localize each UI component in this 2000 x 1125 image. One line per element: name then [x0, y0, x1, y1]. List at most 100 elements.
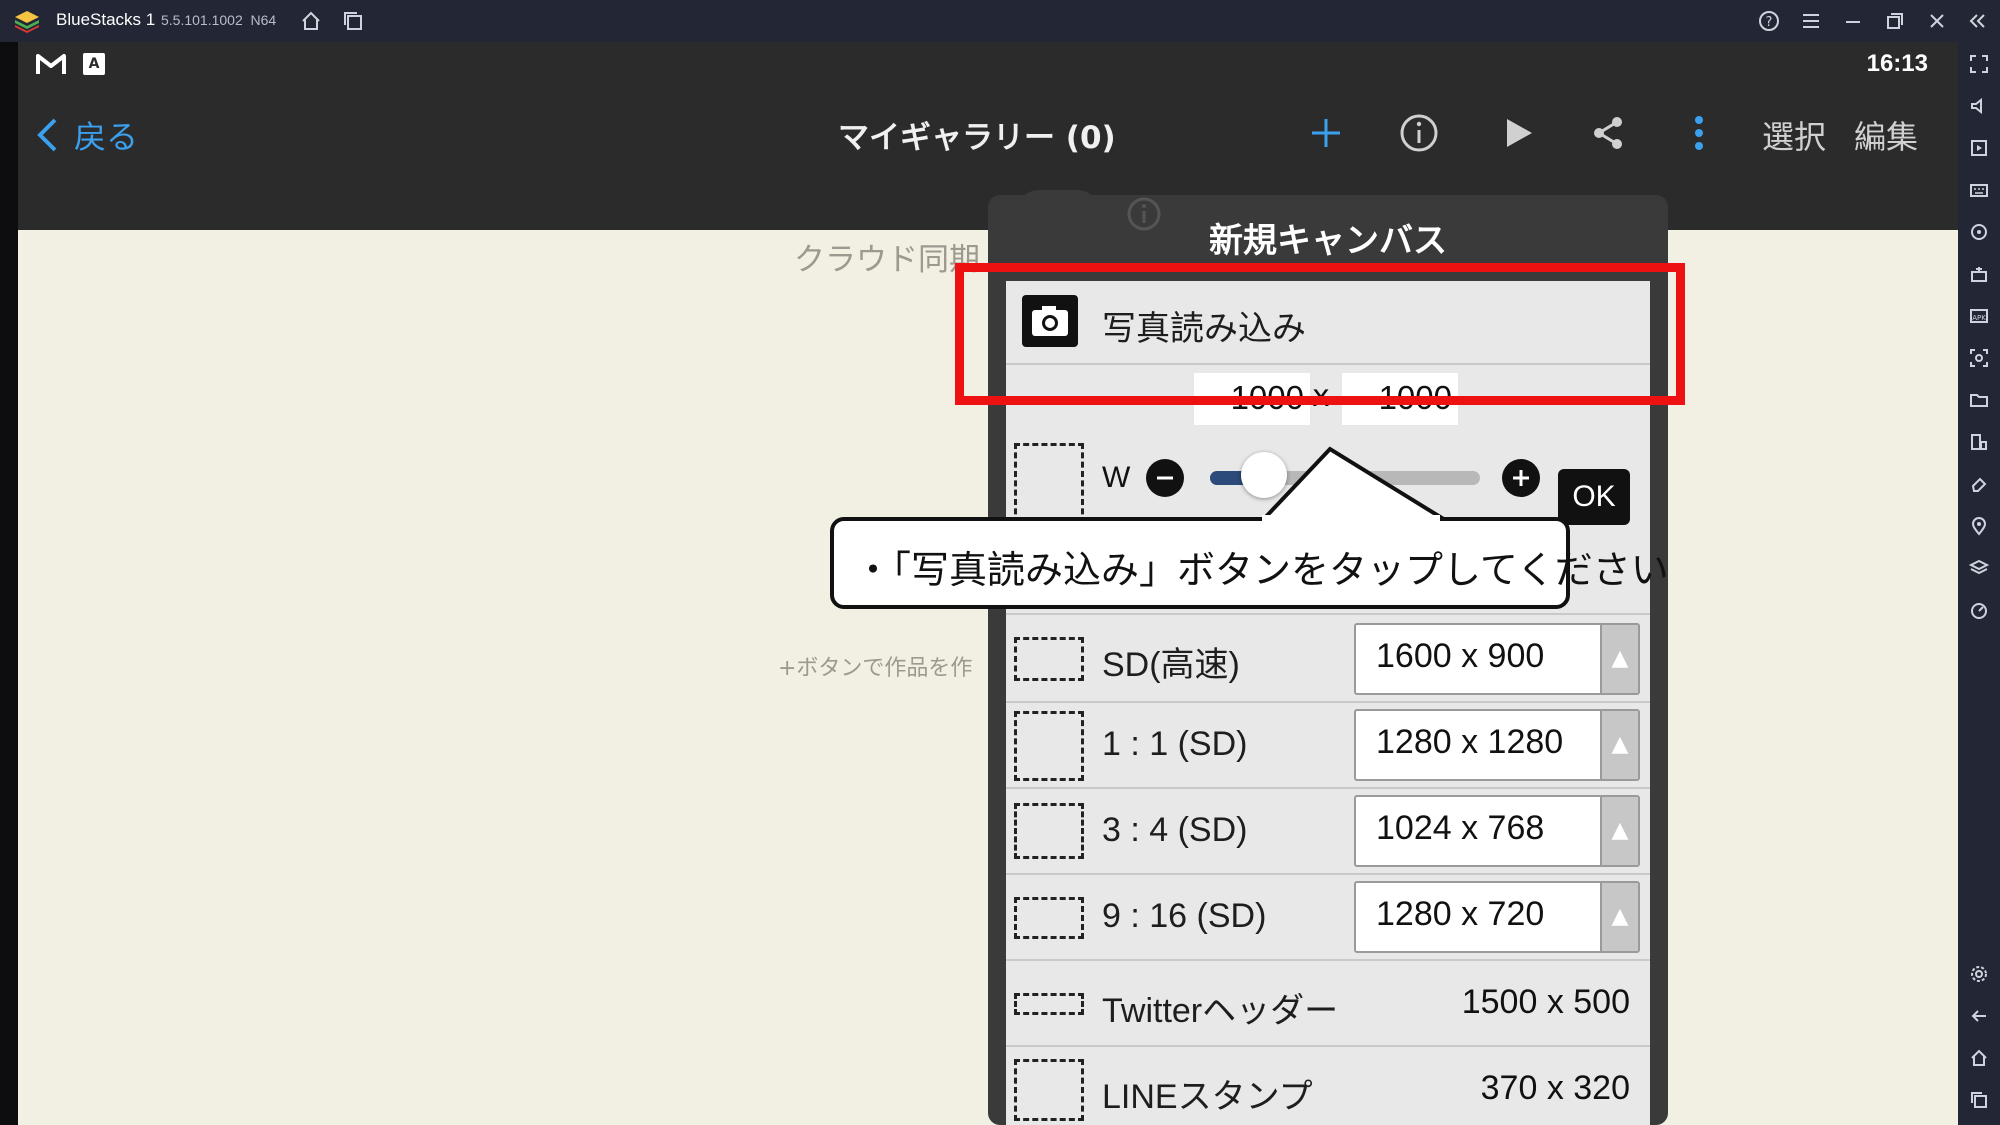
back-arrow-icon[interactable] [1967, 1004, 1991, 1028]
preset-label: 9 : 16 (SD) [1102, 897, 1267, 935]
gamepad-icon[interactable] [1967, 220, 1991, 244]
width-label: W [1102, 461, 1131, 494]
location-icon[interactable] [1967, 514, 1991, 538]
preset-preview [1014, 711, 1084, 781]
fullscreen-icon[interactable] [1967, 52, 1991, 76]
preset-size-value: 1024 x 768 [1376, 809, 1545, 847]
status-bar: A 16:13 [18, 42, 1958, 88]
preset-row[interactable]: SD(高速) 1600 x 900 ▲ [1006, 615, 1650, 703]
callout-joint [1262, 515, 1440, 523]
bluestacks-app-name: BlueStacks 1 [56, 10, 156, 29]
preset-row-twitter[interactable]: Twitterヘッダー 1500 x 500 [1006, 961, 1650, 1047]
folder-icon[interactable] [1967, 388, 1991, 412]
info-button[interactable] [1394, 108, 1444, 158]
menu-icon[interactable] [1798, 8, 1824, 34]
minimize-icon[interactable] [1840, 8, 1866, 34]
highlight-frame [955, 263, 1685, 405]
preset-label: 1 : 1 (SD) [1102, 725, 1248, 763]
preset-row-line[interactable]: LINEスタンプ 370 x 320 [1006, 1047, 1650, 1125]
preset-label: Twitterヘッダー [1102, 992, 1339, 1030]
preset-preview [1014, 637, 1084, 681]
help-icon[interactable]: ? [1756, 8, 1782, 34]
select-button[interactable]: 選択 [1762, 112, 1826, 158]
play-icon [1507, 119, 1532, 147]
preset-size-value: 370 x 320 [1480, 1069, 1630, 1107]
preset-label: SD(高速) [1102, 646, 1240, 684]
bluestacks-sidebar: APK [1958, 42, 2000, 1125]
info-icon [1400, 114, 1438, 152]
preset-preview [1014, 993, 1084, 1015]
android-home-icon[interactable] [1967, 1046, 1991, 1070]
back-label: 戻る [74, 118, 139, 156]
preset-preview [1014, 897, 1084, 939]
home-icon[interactable] [298, 8, 324, 34]
cloud-sync-toggle[interactable] [1016, 190, 1100, 236]
share-icon [1594, 117, 1622, 149]
speed-icon[interactable] [1967, 598, 1991, 622]
page-title: マイギャラリー (0) [838, 120, 1116, 156]
preset-size-selector[interactable]: 1600 x 900 ▲ [1354, 623, 1640, 695]
back-button[interactable]: 戻る [36, 110, 138, 160]
preset-size-selector[interactable]: 1280 x 1280 ▲ [1354, 709, 1640, 781]
preset-row[interactable]: 3 : 4 (SD) 1024 x 768 ▲ [1006, 789, 1650, 875]
empty-gallery-hint: +ボタンで作品を作 [778, 656, 973, 681]
callout-pointer [1258, 446, 1452, 525]
close-icon[interactable] [1924, 8, 1950, 34]
status-time: 16:13 [1866, 50, 1928, 77]
preset-preview [1014, 1059, 1084, 1121]
multi-instance-icon[interactable] [340, 8, 366, 34]
width-minus-button[interactable] [1146, 459, 1184, 497]
preset-size-value: 1280 x 720 [1376, 895, 1545, 933]
triangle-up-icon: ▲ [1600, 797, 1638, 865]
cloud-sync-info-icon[interactable] [1126, 196, 1162, 232]
keyboard-icon[interactable] [1967, 178, 1991, 202]
screenshot-icon[interactable] [1967, 346, 1991, 370]
preset-preview [1014, 803, 1084, 859]
preset-size-value: 1500 x 500 [1461, 983, 1630, 1021]
preset-label: LINEスタンプ [1102, 1078, 1313, 1116]
ok-button[interactable]: OK [1558, 469, 1630, 525]
canvas-preset-list: 写真読み込み 1000 x 1000 W OK H [1006, 281, 1650, 1125]
more-vert-icon [1695, 116, 1703, 150]
edit-button[interactable]: 編集 [1854, 112, 1918, 158]
collapse-sidebar-icon[interactable] [1964, 8, 1990, 34]
play-button[interactable] [1493, 108, 1543, 158]
add-canvas-button[interactable] [1301, 108, 1351, 158]
preset-row[interactable]: 1 : 1 (SD) 1280 x 1280 ▲ [1006, 703, 1650, 789]
preset-size-value: 1280 x 1280 [1376, 723, 1564, 761]
svg-text:APK: APK [1972, 314, 1986, 322]
left-border-strip [0, 42, 18, 1125]
triangle-up-icon: ▲ [1600, 625, 1638, 693]
instruction-callout: ・「写真読み込み」ボタンをタップしてください [830, 517, 1669, 609]
preset-size-value: 1600 x 900 [1376, 637, 1545, 675]
apk-icon[interactable]: APK [1967, 304, 1991, 328]
minus-icon [1157, 476, 1173, 480]
settings-icon[interactable] [1967, 962, 1991, 986]
preset-size-selector[interactable]: 1280 x 720 ▲ [1354, 881, 1640, 953]
bluestacks-titlebar: BlueStacks 1 5.5.101.1002 N64 ? [0, 0, 2000, 42]
plus-icon [1312, 119, 1340, 147]
media-icon[interactable] [1967, 136, 1991, 160]
width-plus-button[interactable] [1502, 459, 1540, 497]
preset-row[interactable]: 9 : 16 (SD) 1280 x 720 ▲ [1006, 875, 1650, 961]
chevron-left-icon [37, 118, 57, 152]
multi-instance-sidebar-icon[interactable] [1967, 430, 1991, 454]
macro-icon[interactable] [1967, 262, 1991, 286]
preset-size-selector[interactable]: 1024 x 768 ▲ [1354, 795, 1640, 867]
more-options-button[interactable] [1674, 108, 1724, 158]
restore-icon[interactable] [1882, 8, 1908, 34]
preset-label: 3 : 4 (SD) [1102, 811, 1248, 849]
notification-a-icon: A [83, 53, 105, 75]
layers-icon[interactable] [1967, 556, 1991, 580]
cloud-sync-label: クラウド同期 [794, 242, 980, 278]
triangle-up-icon: ▲ [1600, 883, 1638, 951]
bluestacks-version: 5.5.101.1002 N64 [161, 12, 277, 28]
volume-icon[interactable] [1967, 94, 1991, 118]
eraser-icon[interactable] [1967, 472, 1991, 496]
callout-text: ・「写真読み込み」ボタンをタップしてください [854, 548, 1669, 592]
svg-text:?: ? [1766, 15, 1773, 30]
triangle-up-icon: ▲ [1600, 711, 1638, 779]
recent-apps-icon[interactable] [1967, 1088, 1991, 1112]
share-button[interactable] [1583, 108, 1633, 158]
plus-icon [1513, 470, 1529, 486]
